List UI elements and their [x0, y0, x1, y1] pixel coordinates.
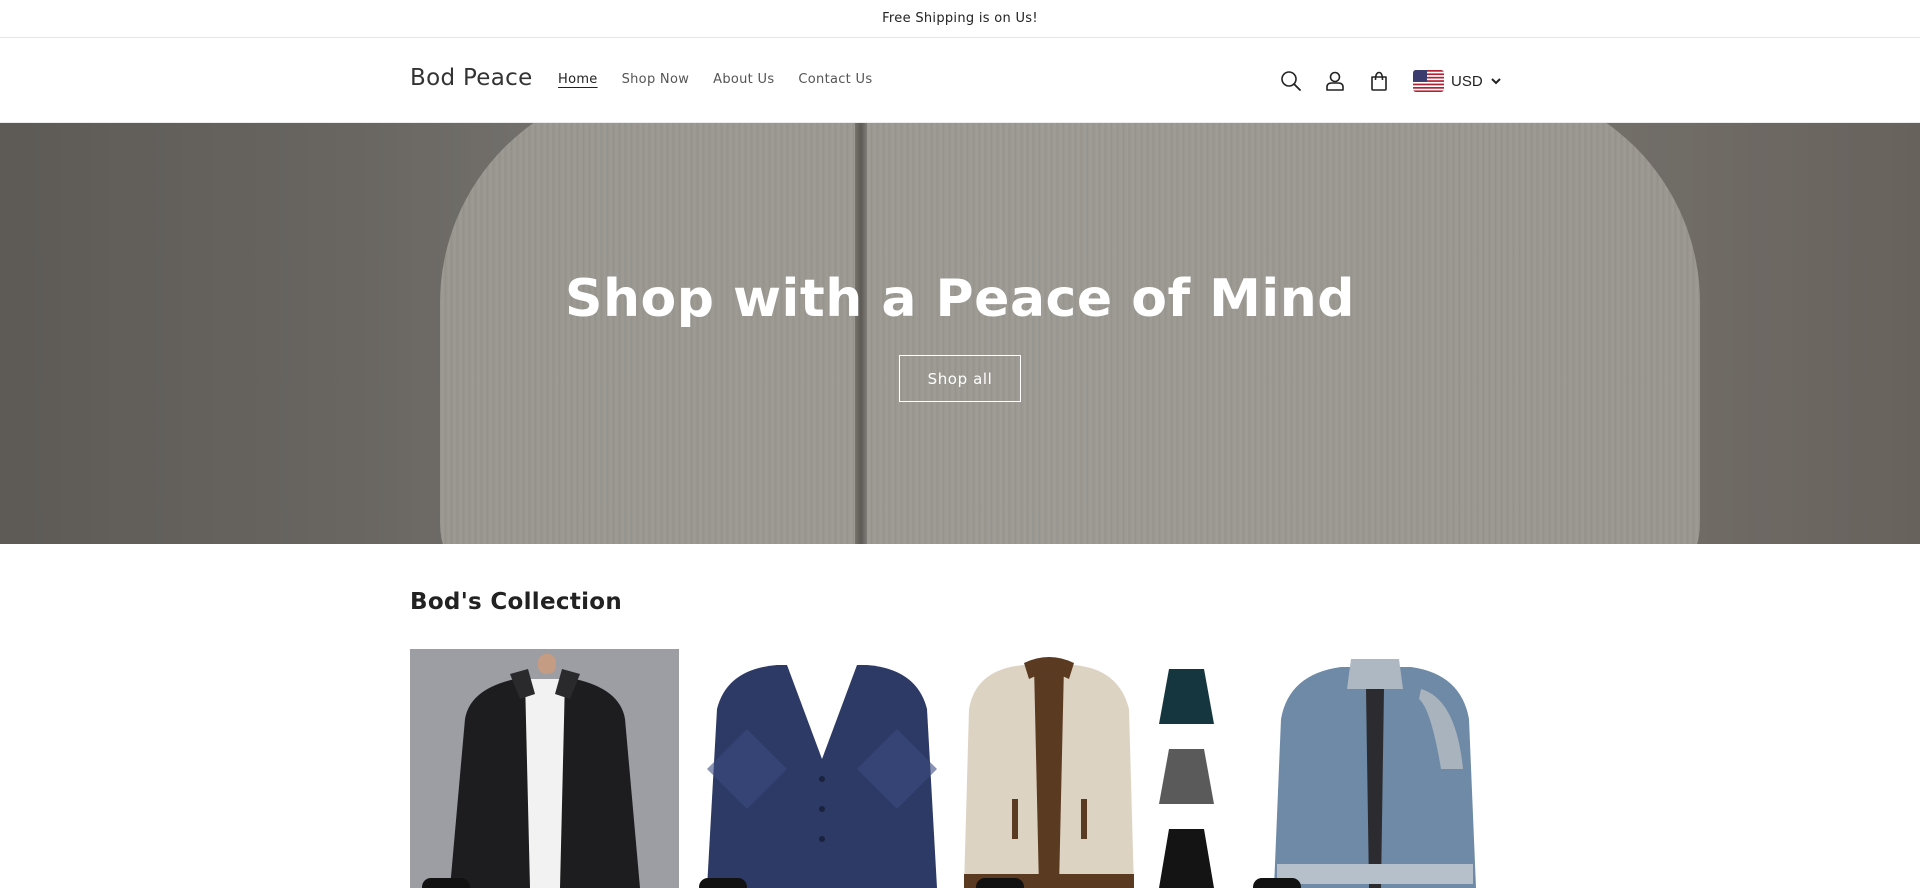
product-badge [422, 878, 470, 888]
chevron-down-icon [1490, 78, 1501, 85]
product-image [964, 649, 1233, 888]
product-badge [1253, 878, 1301, 888]
site-header: Bod Peace Home Shop Now About Us Contact… [0, 39, 1920, 123]
us-flag-icon [1413, 70, 1444, 92]
announcement-bar: Free Shipping is on Us! [0, 0, 1920, 38]
nav-contact-us[interactable]: Contact Us [798, 72, 872, 87]
nav-shop-now[interactable]: Shop Now [622, 72, 690, 87]
nav-home[interactable]: Home [558, 72, 598, 87]
search-icon[interactable] [1278, 68, 1304, 94]
product-card[interactable] [687, 649, 956, 888]
collection-title: Bod's Collection [410, 589, 623, 615]
cart-icon[interactable] [1366, 68, 1392, 94]
product-card[interactable] [964, 649, 1233, 888]
hero-title: Shop with a Peace of Mind [565, 269, 1355, 329]
currency-selector[interactable]: USD [1413, 68, 1502, 94]
product-card[interactable] [1241, 649, 1510, 888]
nav-about-us[interactable]: About Us [713, 72, 774, 87]
account-icon[interactable] [1322, 68, 1348, 94]
product-image [687, 649, 956, 888]
currency-code: USD [1451, 72, 1483, 90]
shop-all-button[interactable]: Shop all [899, 355, 1021, 402]
main-nav: Home Shop Now About Us Contact Us [558, 72, 896, 87]
hero-overlay [0, 123, 1920, 544]
hero-banner: Shop with a Peace of Mind Shop all [0, 123, 1920, 544]
site-logo[interactable]: Bod Peace [410, 65, 533, 91]
announcement-text: Free Shipping is on Us! [882, 11, 1038, 26]
product-image [1241, 649, 1510, 888]
product-badge [699, 878, 747, 888]
product-card[interactable] [410, 649, 679, 888]
product-badge [976, 878, 1024, 888]
product-image [410, 649, 679, 888]
